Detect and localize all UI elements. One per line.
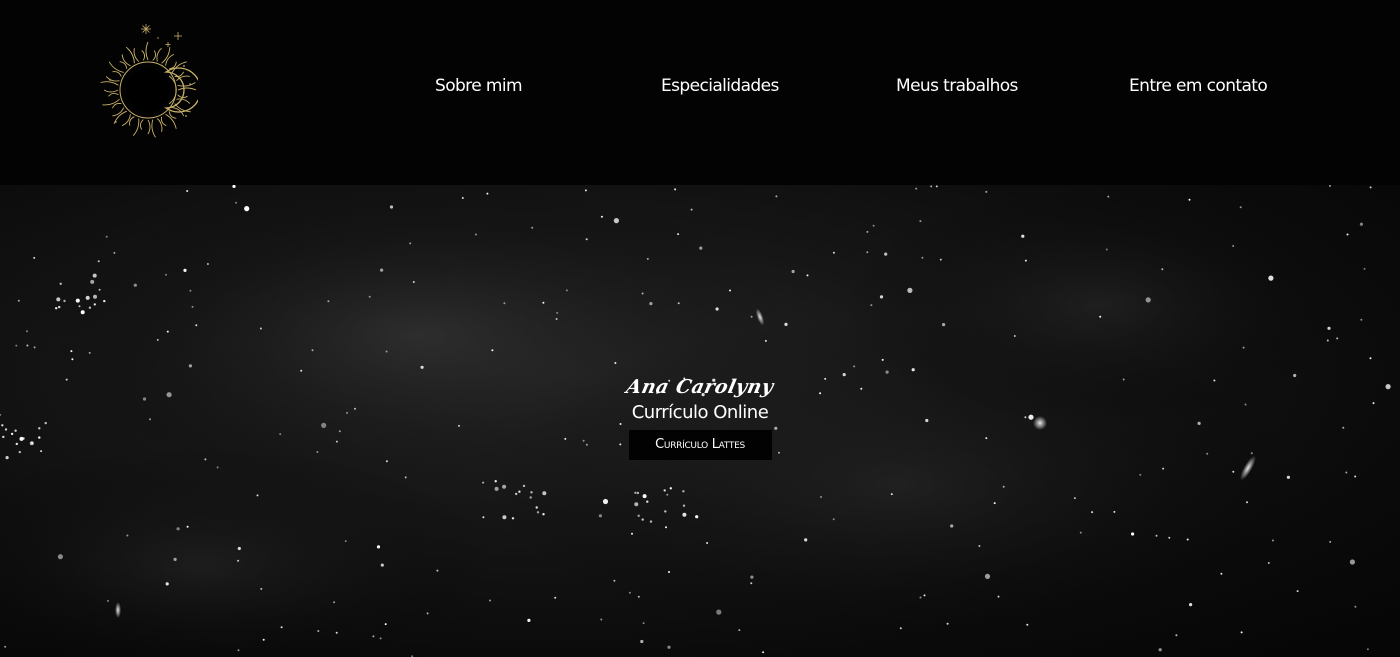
- nav-item-entre-em-contato[interactable]: Entre em contato: [1129, 76, 1268, 96]
- hero-content: Ana Carolyny Currículo Online Currículo …: [560, 375, 840, 460]
- page: Sobre mim Especialidades Meus trabalhos …: [0, 0, 1400, 657]
- nav-item-meus-trabalhos[interactable]: Meus trabalhos: [896, 76, 1018, 96]
- hero-name: Ana Carolyny: [624, 376, 776, 398]
- hero-subtitle: Currículo Online: [631, 402, 769, 423]
- curriculo-lattes-button[interactable]: Currículo Lattes: [628, 430, 772, 460]
- main-nav: Sobre mim Especialidades Meus trabalhos …: [0, 76, 1400, 106]
- nav-item-sobre-mim[interactable]: Sobre mim: [435, 76, 523, 96]
- nav-item-especialidades[interactable]: Especialidades: [661, 76, 779, 96]
- site-header: Sobre mim Especialidades Meus trabalhos …: [0, 0, 1400, 185]
- hero-section: Ana Carolyny Currículo Online Currículo …: [0, 185, 1400, 657]
